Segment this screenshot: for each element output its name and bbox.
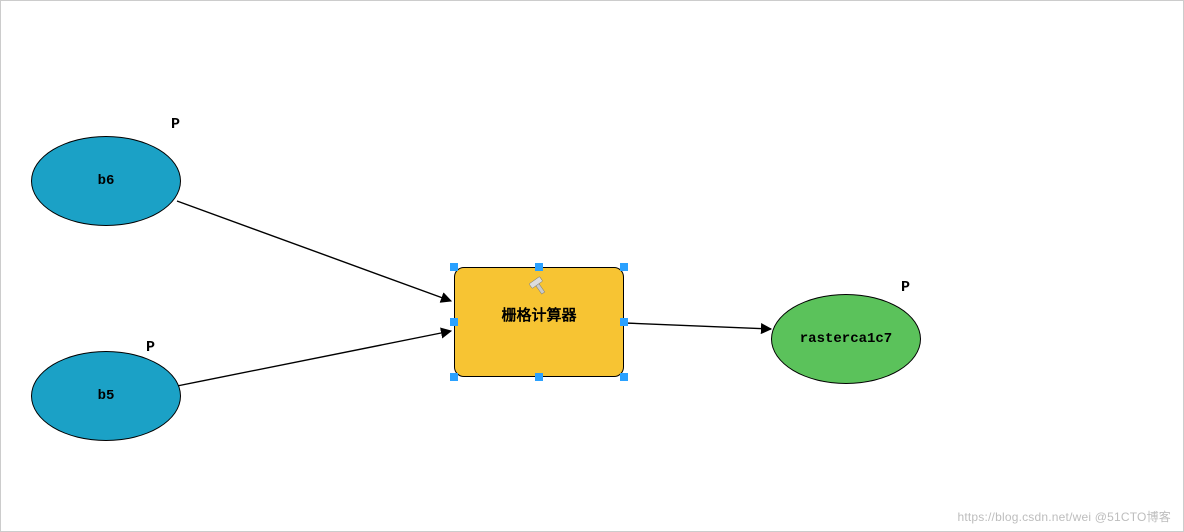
edge-tool-to-output	[625, 323, 771, 329]
selection-handle[interactable]	[620, 263, 628, 271]
input-node-b5-label: b5	[98, 388, 115, 404]
input-node-b6[interactable]: b6	[31, 136, 181, 226]
param-badge-b5: P	[146, 339, 155, 356]
param-badge-output: P	[901, 279, 910, 296]
hammer-icon	[528, 276, 550, 298]
selection-handle[interactable]	[620, 373, 628, 381]
input-node-b5[interactable]: b5	[31, 351, 181, 441]
selection-handle[interactable]	[450, 373, 458, 381]
selection-handle[interactable]	[450, 263, 458, 271]
watermark-text: https://blog.csdn.net/wei @51CTO博客	[957, 508, 1171, 525]
edge-b6-to-tool	[177, 201, 451, 301]
output-node-rastercalc7[interactable]: rasterca1c7	[771, 294, 921, 384]
param-badge-b6: P	[171, 116, 180, 133]
input-node-b6-label: b6	[98, 173, 115, 189]
selection-handle[interactable]	[535, 263, 543, 271]
tool-node-raster-calculator[interactable]: 栅格计算器	[454, 267, 624, 377]
selection-handle[interactable]	[620, 318, 628, 326]
model-canvas[interactable]: P P P b6 b5 栅格计算器 rasterca1c7 https://bl…	[0, 0, 1184, 532]
selection-handle[interactable]	[535, 373, 543, 381]
selection-handle[interactable]	[450, 318, 458, 326]
edge-b5-to-tool	[177, 331, 451, 386]
tool-node-label: 栅格计算器	[501, 304, 576, 325]
output-node-label: rasterca1c7	[800, 331, 892, 347]
